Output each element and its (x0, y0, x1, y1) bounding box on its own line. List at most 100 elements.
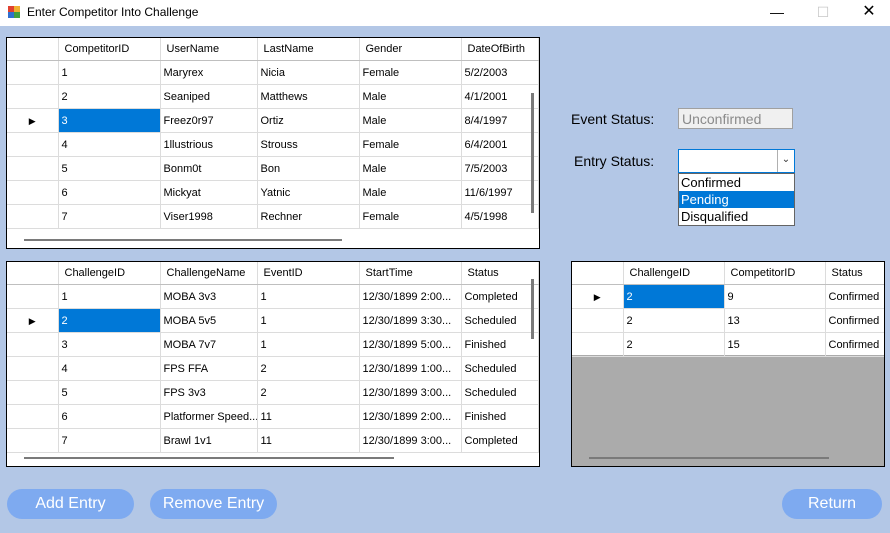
challenges-row-header[interactable] (7, 356, 59, 381)
competitors-row[interactable]: ▶ 3 Freez0r97 Ortiz Male 8/4/1997 (7, 108, 539, 133)
competitors-row-header[interactable]: ▶ (7, 108, 59, 133)
competitors-horizontal-scrollbar[interactable] (24, 239, 342, 241)
competitors-cell[interactable]: 4 (58, 132, 161, 157)
challenges-row[interactable]: 4 FPS FFA 2 12/30/1899 1:00... Scheduled (7, 356, 539, 381)
competitors-cell[interactable]: 1 (58, 60, 161, 85)
competitors-cell[interactable]: 4/1/2001 (461, 84, 539, 109)
challenges-row[interactable]: 7 Brawl 1v1 11 12/30/1899 3:00... Completed (7, 428, 539, 453)
competitors-cell[interactable]: Bonm0t (160, 156, 258, 181)
entries-corner-header[interactable] (572, 262, 624, 285)
challenges-row[interactable]: 3 MOBA 7v7 1 12/30/1899 5:00... Finished (7, 332, 539, 357)
challenges-cell[interactable]: 11 (257, 404, 360, 429)
entries-cell[interactable]: 2 (623, 284, 725, 309)
competitors-row-header[interactable] (7, 60, 59, 85)
challenges-vertical-scrollbar[interactable] (531, 279, 534, 339)
challenges-cell[interactable]: FPS 3v3 (160, 380, 258, 405)
maximize-button[interactable]: ☐ (800, 0, 846, 26)
challenges-cell[interactable]: 1 (257, 308, 360, 333)
competitors-cell[interactable]: Bon (257, 156, 360, 181)
entries-cell[interactable]: 9 (724, 284, 826, 309)
challenges-cell[interactable]: Completed (461, 284, 539, 309)
competitors-cell[interactable]: 3 (58, 108, 161, 133)
challenges-cell[interactable]: 6 (58, 404, 161, 429)
challenges-cell[interactable]: Completed (461, 428, 539, 453)
challenges-cell[interactable]: 7 (58, 428, 161, 453)
competitors-cell[interactable]: Ortiz (257, 108, 360, 133)
competitors-row-header[interactable] (7, 132, 59, 157)
competitors-row-header[interactable] (7, 156, 59, 181)
competitors-row[interactable]: 2 Seaniped Matthews Male 4/1/2001 (7, 84, 539, 109)
competitors-cell[interactable]: Female (359, 60, 462, 85)
competitors-row[interactable]: 6 Mickyat Yatnic Male 11/6/1997 (7, 180, 539, 205)
competitors-cell[interactable]: Freez0r97 (160, 108, 258, 133)
competitors-cell[interactable]: Rechner (257, 204, 360, 229)
competitors-row[interactable]: 4 1llustrious Strouss Female 6/4/2001 (7, 132, 539, 157)
competitors-cell[interactable]: Male (359, 108, 462, 133)
challenges-cell[interactable]: 1 (257, 332, 360, 357)
entries-cell[interactable]: 2 (623, 308, 725, 333)
competitors-cell[interactable]: 4/5/1998 (461, 204, 539, 229)
competitors-cell[interactable]: Matthews (257, 84, 360, 109)
challenges-column-header[interactable]: EventID (257, 262, 360, 285)
challenges-cell[interactable]: 12/30/1899 3:00... (359, 428, 462, 453)
entries-horizontal-scrollbar[interactable] (589, 457, 829, 459)
competitors-cell[interactable]: 5/2/2003 (461, 60, 539, 85)
challenges-row-header[interactable] (7, 284, 59, 309)
competitors-cell[interactable]: Female (359, 132, 462, 157)
challenges-cell[interactable]: Finished (461, 404, 539, 429)
dropdown-option[interactable]: Disqualified (679, 208, 794, 225)
competitors-row-header[interactable] (7, 84, 59, 109)
entry-status-combobox[interactable]: ⌄ (678, 149, 795, 173)
competitors-cell[interactable]: 8/4/1997 (461, 108, 539, 133)
challenges-cell[interactable]: 2 (58, 308, 161, 333)
competitors-cell[interactable]: Mickyat (160, 180, 258, 205)
entry-status-dropdown-list[interactable]: Confirmed Pending Disqualified (678, 173, 795, 226)
challenges-grid[interactable]: ChallengeID ChallengeName EventID StartTime… (6, 261, 540, 467)
challenges-cell[interactable]: 12/30/1899 2:00... (359, 404, 462, 429)
dropdown-option[interactable]: Confirmed (679, 174, 794, 191)
challenges-cell[interactable]: Scheduled (461, 308, 539, 333)
competitors-cell[interactable]: 6 (58, 180, 161, 205)
minimize-button[interactable]: — (754, 0, 800, 26)
challenges-corner-header[interactable] (7, 262, 59, 285)
challenges-cell[interactable]: 11 (257, 428, 360, 453)
chevron-down-icon[interactable]: ⌄ (777, 150, 794, 172)
entries-row[interactable]: 2 13 Confirmed (572, 308, 884, 333)
competitors-cell[interactable]: Seaniped (160, 84, 258, 109)
challenges-column-header[interactable]: StartTime (359, 262, 462, 285)
challenges-cell[interactable]: 12/30/1899 3:00... (359, 380, 462, 405)
dropdown-option[interactable]: Pending (679, 191, 794, 208)
challenges-horizontal-scrollbar[interactable] (24, 457, 394, 459)
competitors-cell[interactable]: Male (359, 156, 462, 181)
challenges-row-header[interactable]: ▶ (7, 308, 59, 333)
challenges-column-header[interactable]: ChallengeID (58, 262, 161, 285)
challenges-cell[interactable]: Finished (461, 332, 539, 357)
competitors-cell[interactable]: Viser1998 (160, 204, 258, 229)
competitors-cell[interactable]: 2 (58, 84, 161, 109)
challenges-cell[interactable]: 4 (58, 356, 161, 381)
competitors-cell[interactable]: 7 (58, 204, 161, 229)
challenges-cell[interactable]: 12/30/1899 5:00... (359, 332, 462, 357)
competitors-cell[interactable]: Male (359, 84, 462, 109)
entries-row-header[interactable] (572, 332, 624, 357)
challenges-cell[interactable]: FPS FFA (160, 356, 258, 381)
entries-grid[interactable]: ChallengeID CompetitorID Status ▶ 2 9 Confirme… (571, 261, 885, 467)
entries-cell[interactable]: 13 (724, 308, 826, 333)
competitors-cell[interactable]: Strouss (257, 132, 360, 157)
competitors-cell[interactable]: Nicia (257, 60, 360, 85)
competitors-row-header[interactable] (7, 180, 59, 205)
competitors-corner-header[interactable] (7, 38, 59, 61)
entries-cell[interactable]: Confirmed (825, 284, 884, 309)
competitors-grid[interactable]: CompetitorID UserName LastName Gender DateOf… (6, 37, 540, 249)
challenges-cell[interactable]: Scheduled (461, 356, 539, 381)
challenges-row-header[interactable] (7, 332, 59, 357)
entries-row[interactable]: 2 15 Confirmed (572, 332, 884, 357)
entries-cell[interactable]: Confirmed (825, 332, 884, 357)
challenges-cell[interactable]: 3 (58, 332, 161, 357)
challenges-cell[interactable]: MOBA 5v5 (160, 308, 258, 333)
competitors-cell[interactable]: 11/6/1997 (461, 180, 539, 205)
competitors-cell[interactable]: 7/5/2003 (461, 156, 539, 181)
challenges-row-header[interactable] (7, 428, 59, 453)
entries-cell[interactable]: 2 (623, 332, 725, 357)
competitors-row[interactable]: 5 Bonm0t Bon Male 7/5/2003 (7, 156, 539, 181)
